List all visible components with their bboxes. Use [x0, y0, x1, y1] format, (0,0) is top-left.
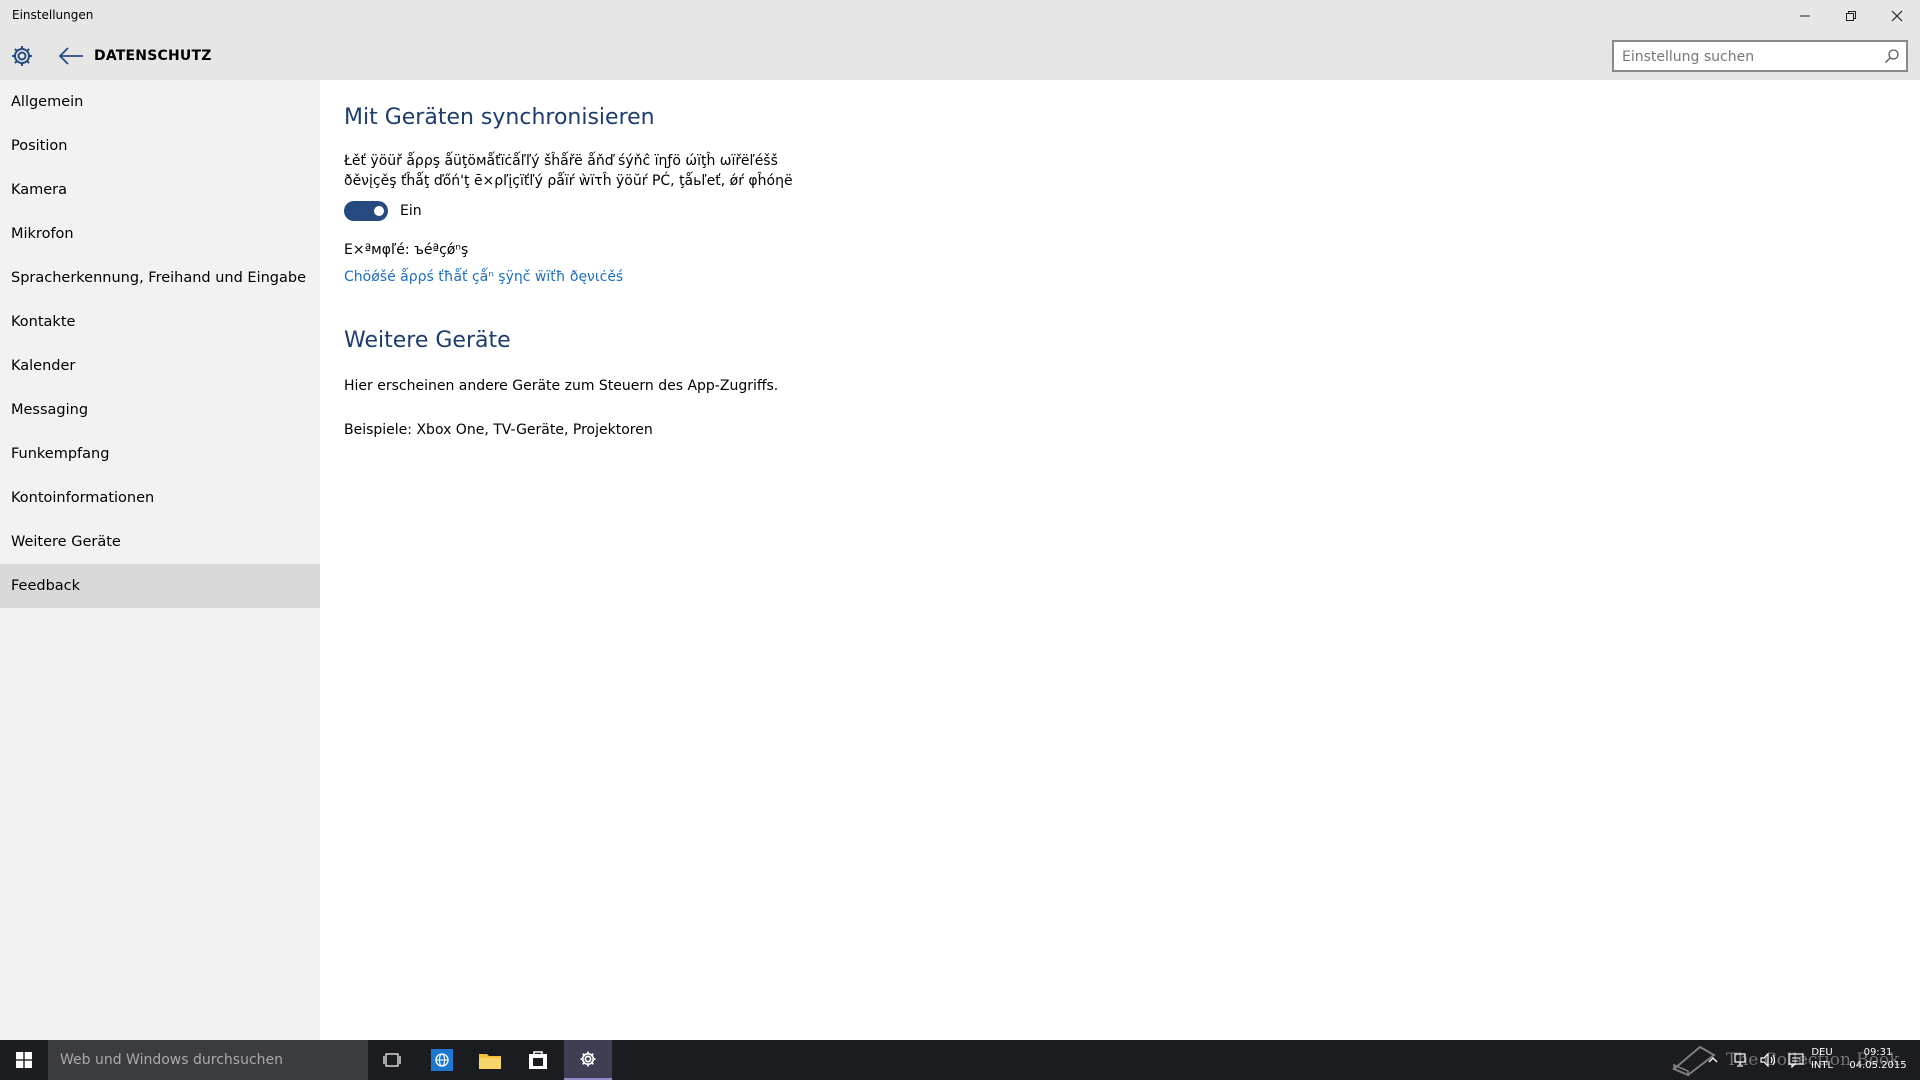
minimize-icon	[1800, 15, 1810, 17]
volume-icon[interactable]	[1760, 1052, 1778, 1068]
sync-toggle-state: Ein	[400, 203, 422, 219]
window-title: Einstellungen	[12, 8, 94, 22]
language-code: DEU	[1811, 1047, 1833, 1058]
sync-toggle[interactable]	[344, 201, 388, 221]
taskbar-browser-button[interactable]	[418, 1040, 466, 1080]
close-icon	[1891, 10, 1903, 22]
sync-example-text: E×ªмφľé: ъéªçǿⁿş	[344, 242, 469, 258]
system-tray	[1706, 1040, 1804, 1080]
sidebar-item-spracherkennung[interactable]: Spracherkennung, Freihand und Eingabe	[0, 256, 320, 300]
gear-icon	[12, 46, 32, 66]
page-title: DATENSCHUTZ	[94, 48, 212, 64]
back-arrow-icon[interactable]	[58, 44, 84, 68]
task-view-icon	[383, 1053, 401, 1067]
close-button[interactable]	[1874, 0, 1920, 32]
sidebar-item-messaging[interactable]: Messaging	[0, 388, 320, 432]
clock-date: 04.05.2015	[1849, 1060, 1907, 1071]
store-icon	[529, 1051, 547, 1069]
sidebar-item-kalender[interactable]: Kalender	[0, 344, 320, 388]
taskbar: The Collection Book DEU INTL 09:31 04.05…	[0, 1040, 1920, 1080]
sync-description-line1: Łěť ÿöüř ǻρρş ǻüţöмǻťïċǻľľý šĥǻřë ǻňď śý…	[344, 153, 778, 169]
title-bar: Einstellungen	[0, 0, 1920, 32]
sidebar-item-position[interactable]: Position	[0, 124, 320, 168]
windows-logo-icon	[16, 1052, 32, 1068]
keyboard-layout: INTL	[1810, 1060, 1834, 1071]
settings-search-box[interactable]	[1612, 40, 1908, 72]
privacy-sidebar: Allgemein Position Kamera Mikrofon Sprac…	[0, 80, 320, 1040]
chevron-up-icon[interactable]	[1706, 1053, 1720, 1067]
browser-icon	[431, 1049, 453, 1071]
taskbar-explorer-button[interactable]	[466, 1040, 514, 1080]
sidebar-item-feedback[interactable]: Feedback	[0, 564, 320, 608]
action-center-icon[interactable]	[1788, 1052, 1804, 1068]
taskbar-search-input[interactable]	[60, 1051, 356, 1069]
toggle-knob	[374, 206, 384, 216]
sidebar-item-mikrofon[interactable]: Mikrofon	[0, 212, 320, 256]
search-icon[interactable]	[1884, 48, 1900, 64]
gear-icon	[580, 1051, 596, 1067]
taskbar-clock[interactable]: 09:31 04.05.2015	[1840, 1046, 1916, 1072]
sidebar-item-weitere-geraete[interactable]: Weitere Geräte	[0, 520, 320, 564]
sidebar-item-kamera[interactable]: Kamera	[0, 168, 320, 212]
folder-icon	[479, 1054, 501, 1069]
minimize-button[interactable]	[1782, 0, 1828, 32]
clock-time: 09:31	[1863, 1047, 1893, 1058]
network-icon[interactable]	[1734, 1052, 1750, 1068]
start-button[interactable]	[0, 1040, 48, 1080]
input-language-indicator[interactable]: DEU INTL	[1808, 1046, 1836, 1072]
sidebar-item-funkempfang[interactable]: Funkempfang	[0, 432, 320, 476]
sidebar-item-kontakte[interactable]: Kontakte	[0, 300, 320, 344]
devices-description: Hier erscheinen andere Geräte zum Steuer…	[344, 378, 779, 394]
settings-header: DATENSCHUTZ	[0, 32, 1920, 80]
taskbar-store-button[interactable]	[514, 1040, 562, 1080]
taskbar-settings-button[interactable]	[564, 1040, 612, 1080]
sync-section-heading: Mit Geräten synchronisieren	[344, 105, 655, 130]
taskbar-search-box[interactable]	[48, 1040, 368, 1080]
choose-apps-link[interactable]: Chöǿšé ǻρρś ťħǻť çǻⁿ şÿηč ẅïťħ ðęνιċěś	[344, 269, 623, 285]
restore-icon	[1846, 11, 1856, 21]
sidebar-item-allgemein[interactable]: Allgemein	[0, 80, 320, 124]
devices-examples: Beispiele: Xbox One, TV-Geräte, Projekto…	[344, 422, 653, 438]
devices-section-heading: Weitere Geräte	[344, 328, 511, 353]
sidebar-item-kontoinformationen[interactable]: Kontoinformationen	[0, 476, 320, 520]
task-view-button[interactable]	[368, 1040, 416, 1080]
sync-description-line2: ðěνįçěş ťĥǻţ ďőń'ţ ē×ρľįçïťľý ρǻïŕ ẁïτĥ …	[344, 173, 793, 189]
settings-search-input[interactable]	[1622, 47, 1872, 67]
restore-button[interactable]	[1828, 0, 1874, 32]
